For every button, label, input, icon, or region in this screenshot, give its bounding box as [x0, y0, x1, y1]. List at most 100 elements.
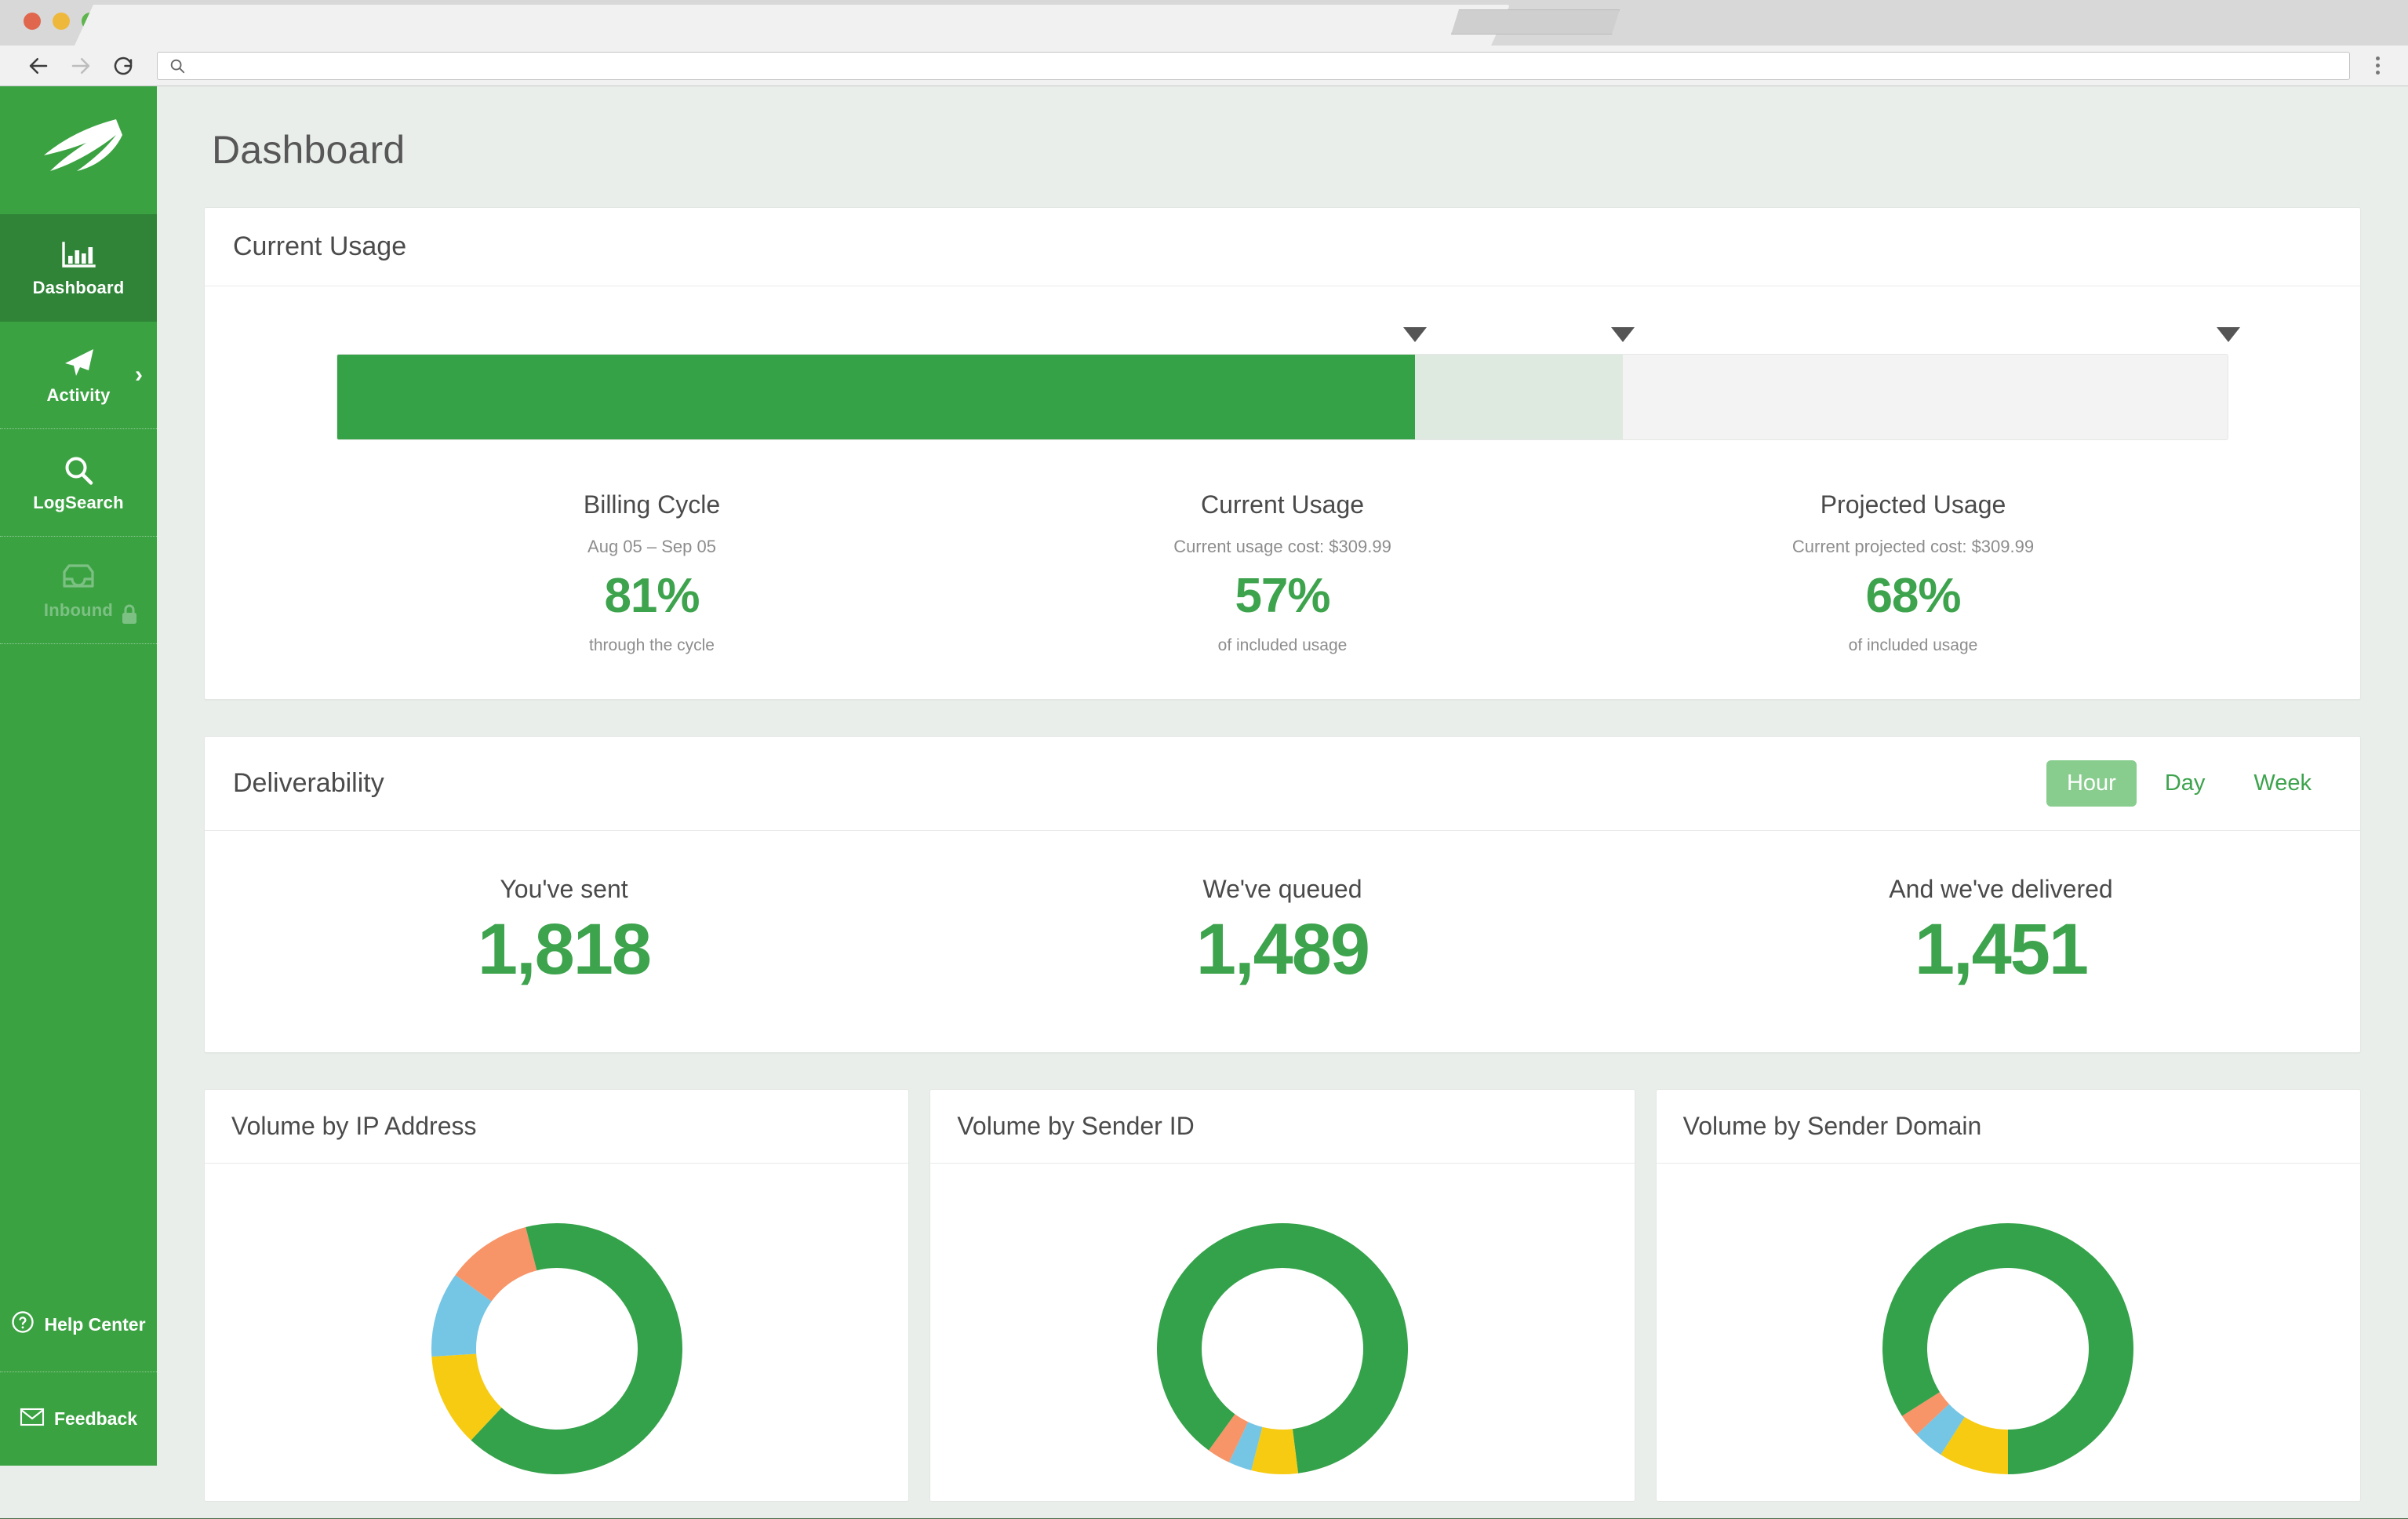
- search-icon: [169, 57, 186, 75]
- toggle-week[interactable]: Week: [2233, 760, 2332, 807]
- reload-button[interactable]: [102, 49, 144, 83]
- stat-sublabel: Aug 05 – Sep 05: [336, 537, 967, 557]
- inbox-icon: [60, 559, 96, 594]
- bar-chart-icon: [61, 237, 96, 271]
- metric-label: We've queued: [923, 875, 1642, 904]
- stat-sublabel: Current usage cost: $309.99: [967, 537, 1598, 557]
- close-window-button[interactable]: [24, 13, 41, 30]
- deliverability-card: Deliverability Hour Day Week You've sent…: [204, 736, 2361, 1053]
- stat-label: Billing Cycle: [336, 490, 967, 519]
- sidebar: Dashboard Activity › LogSea: [0, 86, 157, 1466]
- question-circle-icon: [11, 1310, 35, 1339]
- usage-stats-row: Billing Cycle Aug 05 – Sep 05 81% throug…: [336, 490, 2228, 655]
- sidebar-item-label: Dashboard: [33, 278, 125, 298]
- current-usage-stat: Current Usage Current usage cost: $309.9…: [967, 490, 1598, 655]
- billing-cycle-stat: Billing Cycle Aug 05 – Sep 05 81% throug…: [336, 490, 967, 655]
- stat-value: 68%: [1598, 568, 2228, 624]
- toggle-hour[interactable]: Hour: [2046, 760, 2137, 807]
- limit-marker: [2217, 327, 2240, 342]
- volume-by-ip-card: Volume by IP Address: [204, 1089, 909, 1502]
- current-usage-body: Billing Cycle Aug 05 – Sep 05 81% throug…: [205, 286, 2360, 699]
- metric-label: You've sent: [205, 875, 923, 904]
- magnifier-icon: [61, 452, 96, 486]
- forward-button[interactable]: [60, 49, 102, 83]
- paper-plane-icon: [60, 344, 96, 379]
- projected-usage-marker: [1611, 327, 1635, 342]
- donut-segment[interactable]: [1882, 1223, 2008, 1416]
- sidebar-item-activity[interactable]: Activity ›: [0, 322, 157, 429]
- card-title: Volume by Sender Domain: [1683, 1112, 1982, 1140]
- sidebar-item-dashboard[interactable]: Dashboard: [0, 214, 157, 322]
- tab-thumbnail[interactable]: [1451, 9, 1620, 35]
- sidebar-spacer: [0, 644, 157, 1277]
- help-center-link[interactable]: Help Center: [0, 1277, 157, 1371]
- card-title: Volume by Sender ID: [957, 1112, 1194, 1140]
- main-content: Dashboard Current Usage: [157, 86, 2408, 1518]
- projected-usage-stat: Projected Usage Current projected cost: …: [1598, 490, 2228, 655]
- usage-markers: [336, 327, 2228, 354]
- volume-by-ip-chart[interactable]: [205, 1164, 908, 1501]
- browser-titlebar: [0, 0, 2408, 46]
- current-usage-marker: [1403, 327, 1427, 342]
- stat-value: 57%: [967, 568, 1598, 624]
- volume-by-sender-id-chart[interactable]: [930, 1164, 1634, 1501]
- forward-arrow-icon: [69, 54, 93, 78]
- page-title: Dashboard: [204, 86, 2361, 207]
- usage-bar-current-fill: [337, 355, 1415, 439]
- volume-by-sender-id-header: Volume by Sender ID: [930, 1090, 1634, 1164]
- stat-footnote: through the cycle: [336, 636, 967, 655]
- volume-by-sender-domain-chart[interactable]: [1657, 1164, 2360, 1501]
- donut-segment[interactable]: [1282, 1223, 1408, 1473]
- volume-cards-row: Volume by IP Address Volume by Sender ID…: [204, 1089, 2361, 1502]
- toggle-day[interactable]: Day: [2144, 760, 2226, 807]
- feedback-label: Feedback: [54, 1408, 137, 1430]
- current-usage-card: Current Usage Billing Cycle: [204, 207, 2361, 700]
- stat-label: Current Usage: [967, 490, 1598, 519]
- help-center-label: Help Center: [44, 1314, 145, 1335]
- stat-footnote: of included usage: [1598, 636, 2228, 655]
- reload-icon: [111, 54, 135, 78]
- stat-sublabel: Current projected cost: $309.99: [1598, 537, 2228, 557]
- card-title: Volume by IP Address: [231, 1112, 476, 1140]
- sidebar-item-label: Activity: [46, 385, 110, 406]
- app-logo[interactable]: [0, 86, 157, 214]
- metric-label: And we've delivered: [1642, 875, 2360, 904]
- volume-by-sender-id-card: Volume by Sender ID: [929, 1089, 1635, 1502]
- envelope-icon: [20, 1407, 45, 1432]
- minimize-window-button[interactable]: [53, 13, 70, 30]
- sidebar-item-label: LogSearch: [33, 493, 124, 513]
- chevron-right-icon: ›: [135, 362, 143, 388]
- address-bar[interactable]: [157, 52, 2350, 80]
- sidebar-bottom-links: Help Center Feedback: [0, 1277, 157, 1466]
- browser-tab[interactable]: [75, 5, 1510, 46]
- lock-icon: [119, 603, 140, 630]
- volume-by-sender-domain-header: Volume by Sender Domain: [1657, 1090, 2360, 1164]
- sidebar-item-logsearch[interactable]: LogSearch: [0, 429, 157, 537]
- time-range-toggle-group: Hour Day Week: [2046, 760, 2332, 807]
- metric-value: 1,818: [205, 909, 923, 991]
- metric-sent: You've sent 1,818: [205, 875, 923, 991]
- usage-progress-bar: [336, 354, 2228, 440]
- deliverability-title: Deliverability: [233, 768, 384, 799]
- feedback-link[interactable]: Feedback: [0, 1371, 157, 1466]
- volume-by-sender-domain-card: Volume by Sender Domain: [1656, 1089, 2361, 1502]
- back-button[interactable]: [17, 49, 60, 83]
- sparkpost-logo-icon: [31, 115, 125, 187]
- stat-label: Projected Usage: [1598, 490, 2228, 519]
- deliverability-body: You've sent 1,818 We've queued 1,489 And…: [205, 831, 2360, 1052]
- deliverability-card-header: Deliverability Hour Day Week: [205, 737, 2360, 831]
- kebab-menu-icon[interactable]: [2364, 56, 2391, 75]
- current-usage-card-header: Current Usage: [205, 208, 2360, 286]
- sidebar-item-label: Inbound: [44, 600, 113, 621]
- browser-toolbar: [0, 46, 2408, 86]
- metric-delivered: And we've delivered 1,451: [1642, 875, 2360, 991]
- donut-segment[interactable]: [1157, 1223, 1282, 1450]
- donut-segment[interactable]: [2008, 1223, 2133, 1474]
- stat-value: 81%: [336, 568, 967, 624]
- page-viewport: Dashboard Activity › LogSea: [0, 86, 2408, 1518]
- metric-queued: We've queued 1,489: [923, 875, 1642, 991]
- current-usage-title: Current Usage: [233, 231, 406, 262]
- stat-footnote: of included usage: [967, 636, 1598, 655]
- back-arrow-icon: [27, 54, 50, 78]
- sidebar-item-inbound[interactable]: Inbound: [0, 537, 157, 644]
